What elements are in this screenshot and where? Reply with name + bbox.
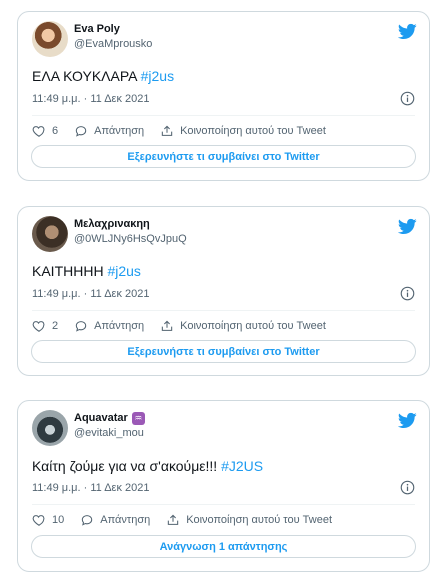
- divider: [32, 504, 415, 505]
- reply-bubble-icon: [75, 321, 87, 332]
- share-icon: [161, 125, 173, 136]
- tweet-body: ΚΑΙΤΗΗΗΗ: [32, 263, 108, 279]
- reply-button[interactable]: Απάντηση: [80, 513, 150, 527]
- author-handle[interactable]: @0WLJNy6HsQvJpuQ: [74, 231, 187, 247]
- author-name-text[interactable]: Aquavatar: [74, 412, 128, 425]
- author-name-text[interactable]: Μελαχρινακηη: [74, 218, 150, 231]
- share-icon: [161, 320, 173, 331]
- tweet-text: Καίτη ζούμε για να σ'ακούμε!!! #J2US: [32, 457, 263, 475]
- reply-bubble-icon: [75, 126, 87, 137]
- author-handle[interactable]: @EvaMprousko: [74, 36, 152, 52]
- tweet-text: ΚΑΙΤΗΗΗΗ #j2us: [32, 262, 141, 280]
- like-count: 2: [52, 320, 59, 332]
- heart-icon: [32, 126, 45, 137]
- divider: [32, 115, 415, 116]
- tweet-actions: 6 Απάντηση Κοινοποίηση αυτού του Tweet: [32, 122, 342, 140]
- tweet-card[interactable]: Eva Poly @EvaMprousko ΕΛΑ ΚΟΥΚΛΑΡΑ #j2us…: [17, 11, 430, 181]
- tweet-timestamp[interactable]: 11:49 μ.μ. · 11 Δεκ 2021: [32, 481, 149, 495]
- reply-bubble-icon: [82, 515, 93, 526]
- info-icon[interactable]: [400, 480, 415, 495]
- tweet-timestamp[interactable]: 11:49 μ.μ. · 11 Δεκ 2021: [32, 92, 149, 106]
- hashtag-link[interactable]: #j2us: [141, 68, 174, 84]
- explore-button[interactable]: Εξερευνήστε τι συμβαίνει στο Twitter: [31, 340, 416, 363]
- share-button[interactable]: Κοινοποίηση αυτού του Tweet: [160, 319, 326, 333]
- divider: [32, 310, 415, 311]
- tweet-actions: 2 Απάντηση Κοινοποίηση αυτού του Tweet: [32, 317, 342, 335]
- tweet-timestamp[interactable]: 11:49 μ.μ. · 11 Δεκ 2021: [32, 287, 149, 301]
- reply-button[interactable]: Απάντηση: [74, 124, 144, 138]
- info-icon[interactable]: [400, 91, 415, 106]
- info-icon[interactable]: [400, 286, 415, 301]
- read-replies-button[interactable]: Ανάγνωση 1 απάντησης: [31, 535, 416, 558]
- like-button[interactable]: 2: [32, 319, 58, 333]
- author-block[interactable]: Μελαχρινακηη @0WLJNy6HsQvJpuQ: [74, 218, 187, 247]
- like-count: 6: [52, 125, 59, 137]
- tweet-text: ΕΛΑ ΚΟΥΚΛΑΡΑ #j2us: [32, 67, 174, 85]
- hashtag-link[interactable]: #J2US: [221, 458, 263, 474]
- like-button[interactable]: 10: [32, 513, 64, 527]
- like-button[interactable]: 6: [32, 124, 58, 138]
- reply-button[interactable]: Απάντηση: [74, 319, 144, 333]
- share-label: Κοινοποίηση αυτού του Tweet: [180, 125, 326, 137]
- tweet-body: ΕΛΑ ΚΟΥΚΛΑΡΑ: [32, 68, 141, 84]
- explore-button[interactable]: Εξερευνήστε τι συμβαίνει στο Twitter: [31, 145, 416, 168]
- share-label: Κοινοποίηση αυτού του Tweet: [186, 514, 333, 526]
- author-name[interactable]: Eva Poly: [74, 23, 152, 36]
- like-count: 10: [52, 514, 65, 526]
- author-name[interactable]: Μελαχρινακηη: [74, 218, 187, 231]
- hashtag-link[interactable]: #j2us: [107, 263, 140, 279]
- share-button[interactable]: Κοινοποίηση αυτού του Tweet: [160, 124, 326, 138]
- reply-label: Απάντηση: [94, 320, 145, 332]
- author-block[interactable]: Aquavatar ♒ @evitaki_mou: [74, 412, 145, 441]
- heart-icon: [32, 515, 45, 526]
- tweet-actions: 10 Απάντηση Κοινοποίηση αυτού του Tweet: [32, 511, 348, 529]
- share-label: Κοινοποίηση αυτού του Tweet: [180, 320, 326, 332]
- avatar[interactable]: [32, 216, 68, 252]
- tweet-body: Καίτη ζούμε για να σ'ακούμε!!!: [32, 458, 222, 474]
- twitter-bird-icon[interactable]: [398, 22, 417, 41]
- author-name[interactable]: Aquavatar ♒: [74, 412, 145, 425]
- author-handle[interactable]: @evitaki_mou: [74, 425, 145, 441]
- share-button[interactable]: Κοινοποίηση αυτού του Tweet: [166, 513, 332, 527]
- reply-label: Απάντηση: [94, 125, 145, 137]
- share-icon: [168, 514, 179, 525]
- tweet-card[interactable]: Μελαχρινακηη @0WLJNy6HsQvJpuQ ΚΑΙΤΗΗΗΗ #…: [17, 206, 430, 376]
- author-block[interactable]: Eva Poly @EvaMprousko: [74, 23, 152, 52]
- avatar[interactable]: [32, 410, 68, 446]
- heart-icon: [32, 321, 45, 332]
- reply-label: Απάντηση: [100, 514, 151, 526]
- author-name-text[interactable]: Eva Poly: [74, 23, 120, 36]
- twitter-bird-icon[interactable]: [398, 411, 417, 430]
- avatar[interactable]: [32, 21, 68, 57]
- aquarius-emoji-icon: ♒: [131, 412, 145, 425]
- twitter-bird-icon[interactable]: [398, 217, 417, 236]
- tweet-card[interactable]: Aquavatar ♒ @evitaki_mou Καίτη ζούμε για …: [17, 400, 430, 572]
